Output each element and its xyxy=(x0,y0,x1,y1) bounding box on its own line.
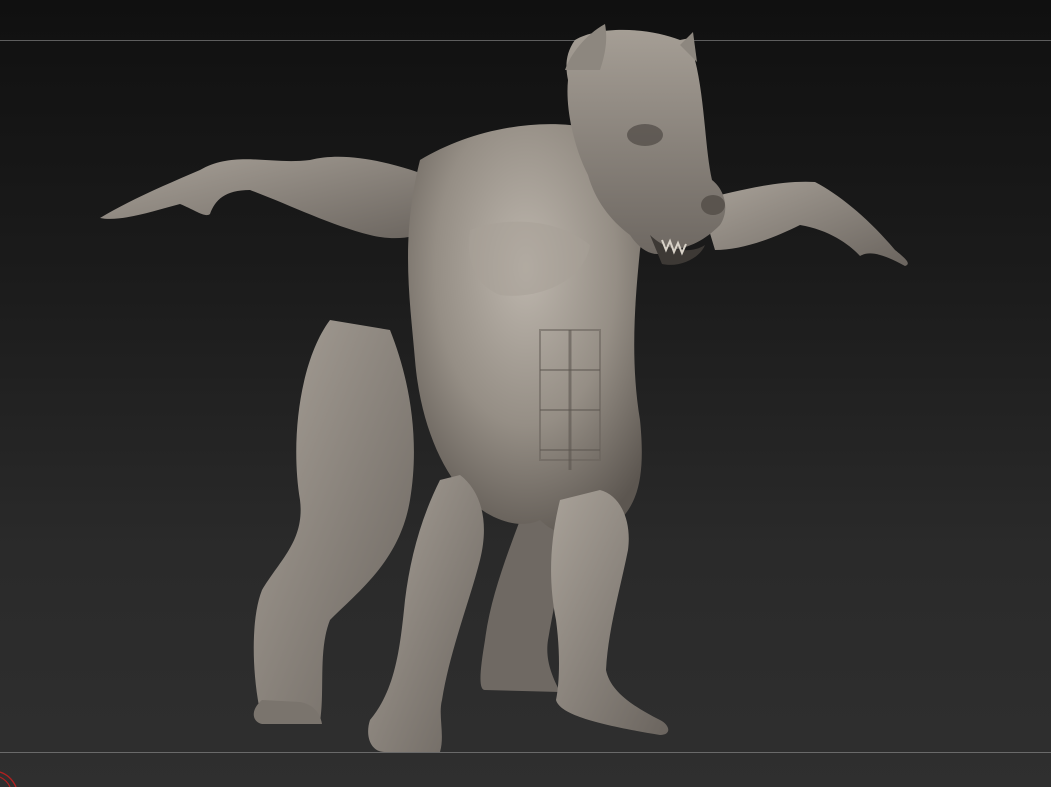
left-arm xyxy=(100,156,450,239)
back-leg xyxy=(253,320,414,724)
right-arm xyxy=(700,181,908,266)
3d-viewport-canvas[interactable] xyxy=(0,0,1051,787)
sculpt-model-werewolf[interactable] xyxy=(0,0,1051,787)
axis-gizmo-icon[interactable] xyxy=(0,768,18,787)
rear-leg-right xyxy=(480,520,562,692)
